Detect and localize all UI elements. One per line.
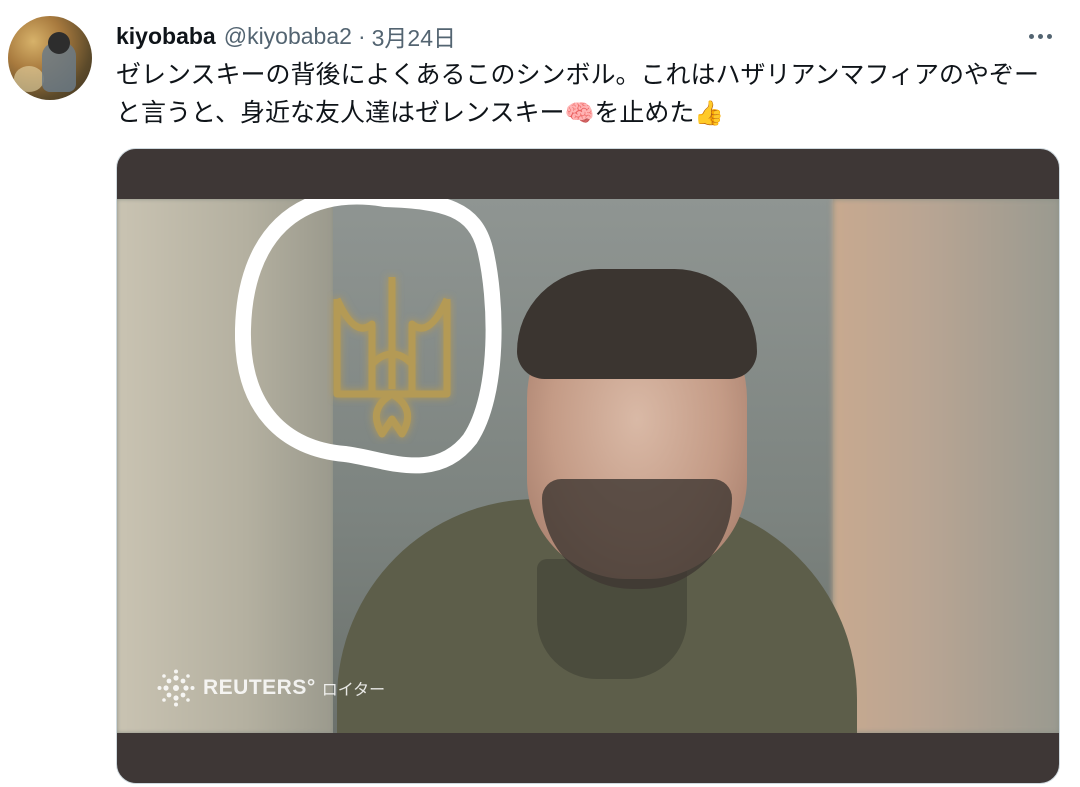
- avatar-head: [48, 32, 70, 54]
- white-circle-annotation: [235, 199, 502, 474]
- tweet-text-line1: ゼレンスキーの背後によくあるこのシンボル。これはハザリアンマフィアのやぞ: [116, 61, 1015, 89]
- reuters-registered-mark: °: [306, 676, 316, 699]
- reuters-japanese-text: ロイター: [321, 682, 386, 699]
- tweet-text: ゼレンスキーの背後によくあるこのシンボル。これはハザリアンマフィアのやぞーと言う…: [116, 56, 1060, 133]
- tweet-header: kiyobaba @kiyobaba2 · 3月24日: [116, 20, 1060, 52]
- tweet-text-line2-end: を止めた: [594, 99, 695, 127]
- separator-dot: ·: [357, 22, 366, 49]
- video-frame: REUTERS ° ロイター: [117, 199, 1059, 733]
- more-horizontal-icon[interactable]: [1020, 20, 1060, 52]
- person-hair: [517, 269, 757, 379]
- thumbs-up-emoji: 👍: [694, 100, 725, 127]
- user-handle[interactable]: @kiyobaba2: [224, 23, 352, 50]
- reuters-logo-icon: [157, 669, 195, 707]
- tweet-date[interactable]: 3月24日: [372, 19, 456, 53]
- avatar-light-spot: [14, 66, 44, 92]
- avatar[interactable]: [8, 16, 92, 100]
- wall-right-blur: [833, 199, 1059, 733]
- tweet-media-image[interactable]: REUTERS ° ロイター: [116, 148, 1060, 784]
- reuters-brand-text: REUTERS: [203, 676, 307, 699]
- brain-emoji: 🧠: [564, 100, 595, 127]
- display-name[interactable]: kiyobaba: [116, 23, 216, 50]
- reuters-watermark: REUTERS ° ロイター: [157, 669, 385, 707]
